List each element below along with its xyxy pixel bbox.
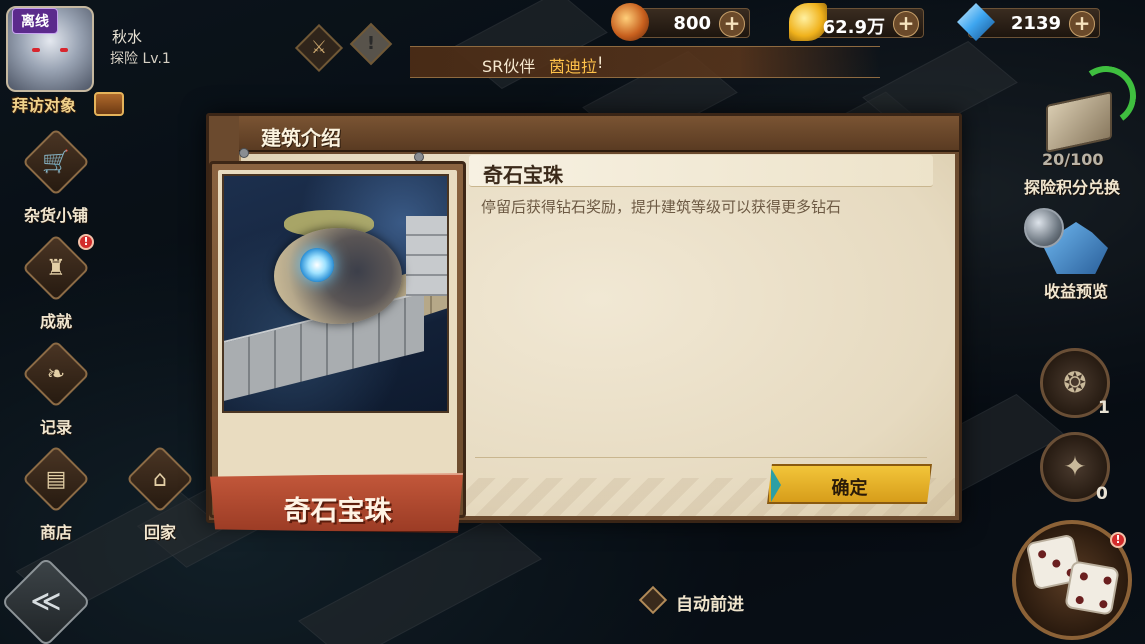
sidebar-item-label: 记录 <box>39 418 72 437</box>
sidebar-item-home[interactable]: ⌂ 回家 <box>120 445 200 543</box>
building-info-dialog: 建筑介绍 奇石宝珠 奇石宝珠 停留后获得钻石奖励，提升建筑等级可以获得更多钻石 … <box>206 113 962 533</box>
dark-emblem-icon: ✦ <box>1063 450 1087 483</box>
player-level: 探险 Lv.1 <box>110 51 171 67</box>
dialog-title: 建筑介绍 <box>261 126 341 150</box>
sidebar-item-label: 杂货小铺 <box>23 206 88 225</box>
confirm-button[interactable]: 确定 <box>767 464 932 504</box>
back-arrow-icon: ≪ <box>30 584 62 619</box>
trophy-icon: ♜ <box>46 256 66 281</box>
crystal-ball-icon <box>1024 208 1064 248</box>
add-diamond-button[interactable]: + <box>1069 11 1095 37</box>
currency-flame-value: 800 <box>673 13 711 34</box>
sidebar-item-label: 商店 <box>39 523 72 542</box>
auto-advance-label: 自动前进 <box>676 595 744 615</box>
sidebar-item-record[interactable]: ❧ 记录 <box>16 340 96 438</box>
add-flame-button[interactable]: + <box>719 11 745 37</box>
currency-diamond: 2139 + <box>957 3 1100 41</box>
gold-feather-icon <box>789 3 827 41</box>
home-icon: ⌂ <box>153 467 167 492</box>
visit-target-label[interactable]: 拜访对象 <box>12 92 76 116</box>
income-preview-label[interactable]: 收益预览 <box>1044 278 1108 302</box>
building-illustration <box>222 174 449 413</box>
notice-suffix: ! <box>597 53 604 72</box>
sidebar-item-achievement[interactable]: ♜ 成就 ! <box>16 234 96 332</box>
confirm-button-label: 确定 <box>831 478 868 499</box>
sidebar-item-label: 成就 <box>39 312 72 331</box>
add-gold-button[interactable]: + <box>893 11 919 37</box>
scroll-icon: ❧ <box>46 362 66 387</box>
shop-icon: ▤ <box>45 467 67 492</box>
dice-icon <box>1064 560 1120 616</box>
item-slot-two-count: 0 <box>1096 484 1108 504</box>
wreath-emblem-icon: ❂ <box>1063 366 1087 399</box>
currency-gold-value: 62.9万 <box>822 17 885 38</box>
map-marker-icon: ⚔ <box>310 37 328 58</box>
sidebar-item-shop[interactable]: ▤ 商店 <box>16 445 96 543</box>
exclamation-icon: ! <box>366 33 376 54</box>
building-name-bar: 奇石宝珠 <box>469 155 933 187</box>
pin-icon <box>239 148 249 158</box>
cart-icon: 🛒 <box>42 150 70 175</box>
offline-status-badge: 离线 <box>12 8 58 34</box>
dialog-header: 建筑介绍 <box>239 116 959 152</box>
flame-rune-icon <box>611 3 649 41</box>
notice-banner: SR伙伴 茵迪拉 ! <box>410 46 880 78</box>
notification-badge: ! <box>78 234 94 250</box>
notice-prefix: SR伙伴 <box>482 57 536 76</box>
chest-icon[interactable] <box>94 92 124 116</box>
currency-gold: 62.9万 + <box>789 3 924 41</box>
card-building-name: 奇石宝珠 <box>283 496 392 527</box>
sidebar-item-grocery[interactable]: 🛒 杂货小铺 <box>16 128 96 226</box>
building-name: 奇石宝珠 <box>483 163 563 187</box>
sidebar-item-label: 回家 <box>143 523 176 542</box>
building-description: 停留后获得钻石奖励，提升建筑等级可以获得更多钻石 <box>481 198 842 216</box>
glowing-orb-icon <box>300 248 334 282</box>
player-name: 秋水 <box>112 28 143 46</box>
exploration-progress-text: 20/100 <box>1042 150 1104 169</box>
currency-flame: 800 + <box>611 3 750 41</box>
notice-highlight: 茵迪拉 <box>549 57 598 76</box>
notification-badge: ! <box>1110 532 1126 548</box>
divider <box>475 457 927 458</box>
building-card: 奇石宝珠 <box>209 161 466 533</box>
currency-diamond-value: 2139 <box>1010 13 1061 34</box>
roll-dice-button[interactable]: ! <box>1012 520 1132 640</box>
item-slot-one-count: 1 <box>1098 398 1110 418</box>
exploration-exchange-label[interactable]: 探险积分兑换 <box>1024 174 1120 198</box>
